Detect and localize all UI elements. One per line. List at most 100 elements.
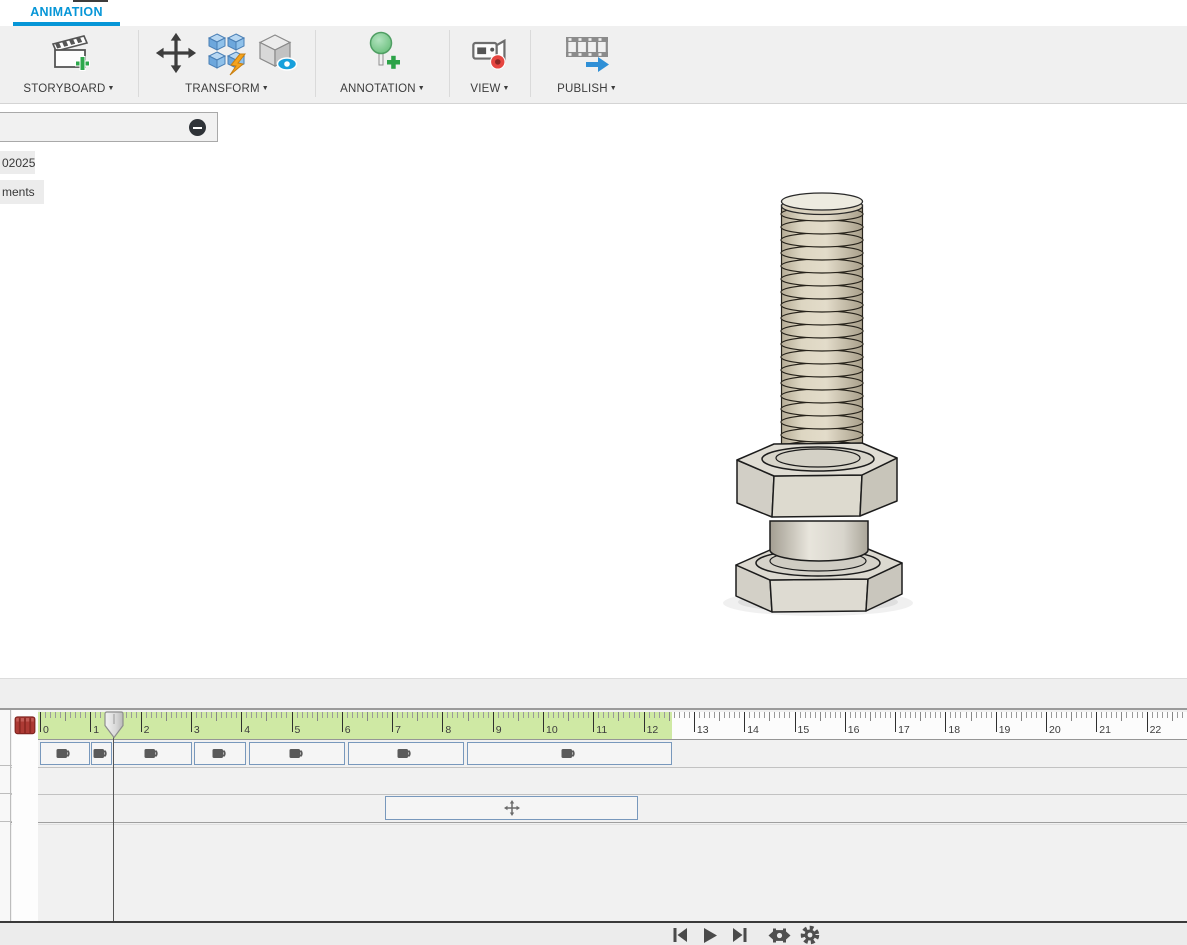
ruler-minor-tick [397,712,398,718]
move-arrows-icon[interactable] [154,31,198,80]
ruler-major-tick [1096,712,1097,732]
toolbar-group-transform[interactable]: TRANSFORM▼ [139,26,315,103]
ruler-major-tick [593,712,594,732]
ruler-minor-tick [714,712,715,718]
toolbar-group-annotation[interactable]: ANNOTATION▼ [316,26,449,103]
camera-record-icon[interactable] [470,33,510,78]
playhead-marker[interactable] [104,711,124,739]
browser-item-document[interactable]: 02025 [0,151,35,174]
tab-animation[interactable]: ANIMATION [13,0,120,26]
ruler-minor-tick [769,712,770,721]
browser-item-components[interactable]: ments [0,180,44,204]
ruler-major-tick [40,712,41,732]
ruler-major-tick [392,712,393,732]
ruler-minor-tick [789,712,790,718]
annotation-menu-label[interactable]: ANNOTATION▼ [340,83,425,95]
clapperboard-add-icon[interactable] [46,30,92,81]
film-export-icon[interactable] [559,30,615,81]
ruler-minor-tick [568,712,569,721]
ruler-minor-tick [754,712,755,718]
gear-icon [799,924,821,945]
ruler-minor-tick [498,712,499,718]
ruler-minor-tick [362,712,363,718]
ruler-major-tick [895,712,896,732]
ruler-minor-tick [1137,712,1138,718]
ruler-minor-tick [553,712,554,718]
ruler-tick-label: 22 [1150,724,1162,736]
ruler-minor-tick [518,712,519,721]
ruler-minor-tick [422,712,423,718]
browser-header-bar[interactable] [0,112,218,142]
ruler-minor-tick [126,712,127,718]
camera-track-clip[interactable] [348,742,464,765]
view-menu-label[interactable]: VIEW▼ [470,83,509,95]
publish-menu-label[interactable]: PUBLISH▼ [557,83,617,95]
ruler-minor-tick [915,712,916,718]
ruler-major-tick [241,712,242,732]
ruler-minor-tick [317,712,318,721]
ruler-minor-tick [1056,712,1057,718]
ruler-minor-tick [266,712,267,721]
ruler-minor-tick [739,712,740,718]
ruler-tick-label: 16 [848,724,860,736]
ruler-minor-tick [558,712,559,718]
ruler-minor-tick [236,712,237,718]
ruler-tick-label: 2 [144,724,150,736]
camera-track-clip[interactable] [91,742,112,765]
ruler-minor-tick [1182,712,1183,718]
toolbar-group-view[interactable]: VIEW▼ [450,26,530,103]
ruler-minor-tick [387,712,388,718]
go-to-end-button[interactable] [728,925,752,945]
ruler-minor-tick [75,712,76,718]
ruler-minor-tick [800,712,801,718]
timeline-top-gutter [0,678,1187,708]
ruler-minor-tick [1031,712,1032,718]
camera-track-clip[interactable] [194,742,246,765]
ruler-major-tick [694,712,695,732]
camera-track-clip[interactable] [249,742,345,765]
transform-menu-label[interactable]: TRANSFORM▼ [185,83,269,95]
camera-track-clip[interactable] [113,742,192,765]
ruler-minor-tick [261,712,262,718]
ruler-minor-tick [136,712,137,718]
viewport-bolt-model[interactable] [690,165,950,625]
fit-timeline-button[interactable] [766,925,793,945]
ruler-minor-tick [146,712,147,718]
play-button[interactable] [698,925,722,945]
ruler-minor-tick [840,712,841,718]
ruler-minor-tick [639,712,640,718]
components-flash-icon[interactable] [203,30,249,81]
ruler-minor-tick [251,712,252,718]
timeline-ruler[interactable]: 012345678910111213141516171819202122 [38,712,1187,740]
ruler-minor-tick [654,712,655,718]
ruler-minor-tick [649,712,650,718]
ruler-minor-tick [201,712,202,718]
storyboard-menu-label[interactable]: STORYBOARD▼ [23,83,114,95]
storyboard-curtain-icon[interactable] [14,714,36,736]
collapse-minus-icon[interactable] [189,119,206,136]
ruler-minor-tick [483,712,484,718]
transform-track-clip[interactable] [385,796,638,820]
cube-visibility-icon[interactable] [254,30,300,81]
chevron-down-icon: ▼ [107,85,114,92]
ruler-minor-tick [749,712,750,718]
camera-track-clip[interactable] [40,742,90,765]
ruler-minor-tick [412,712,413,718]
settings-button[interactable] [798,925,822,945]
toolbar-group-publish[interactable]: PUBLISH▼ [531,26,643,103]
ruler-minor-tick [966,712,967,718]
callout-pin-add-icon[interactable] [361,30,405,81]
ruler-minor-tick [196,712,197,718]
ruler-minor-tick [427,712,428,718]
ruler-minor-tick [452,712,453,718]
go-to-start-button[interactable] [668,925,692,945]
ruler-minor-tick [417,712,418,721]
ruler-minor-tick [925,712,926,718]
camera-track-clip[interactable] [467,742,672,765]
ruler-minor-tick [206,712,207,718]
ruler-minor-tick [297,712,298,718]
toolbar-group-storyboard[interactable]: STORYBOARD▼ [0,26,138,103]
ruler-minor-tick [578,712,579,718]
ruler-minor-tick [719,712,720,721]
ruler-major-tick [644,712,645,732]
